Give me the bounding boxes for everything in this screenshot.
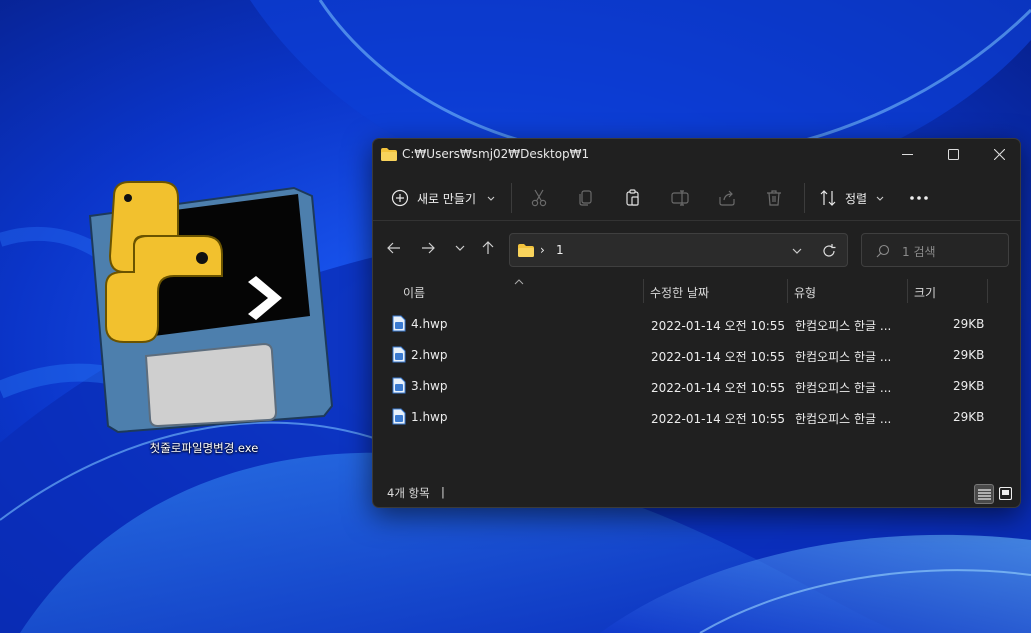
arrow-right-icon — [422, 242, 435, 254]
tiles-view-button[interactable] — [996, 484, 1016, 504]
more-button[interactable] — [903, 183, 935, 213]
maximize-button[interactable] — [930, 139, 976, 171]
sort-button-label: 정렬 — [845, 192, 868, 206]
file-name: 2.hwp — [411, 348, 448, 362]
file-size: 29KB — [953, 348, 985, 362]
cut-icon — [531, 189, 547, 207]
file-row[interactable]: 4.hwp 2022-01-14 오전 10:55 한컴오피스 한글 ... 2… — [381, 309, 1011, 339]
chevron-down-icon — [487, 196, 495, 201]
sort-button[interactable]: 정렬 — [815, 183, 889, 213]
close-icon — [994, 149, 1005, 160]
forward-button[interactable] — [415, 235, 441, 261]
minimize-icon — [902, 154, 913, 155]
paste-icon — [626, 189, 639, 206]
file-date: 2022-01-14 오전 10:55 — [651, 319, 786, 333]
arrow-left-icon — [387, 242, 400, 254]
column-header-row: 이름 수정한 날짜 유형 크기 — [373, 279, 1020, 303]
file-size: 29KB — [953, 317, 985, 331]
minimize-button[interactable] — [884, 139, 930, 171]
file-name: 3.hwp — [411, 379, 448, 393]
plus-circle-icon — [391, 189, 409, 207]
column-header-name[interactable]: 이름 — [403, 284, 425, 301]
column-separator[interactable] — [787, 279, 788, 303]
up-button[interactable] — [475, 235, 501, 261]
file-row[interactable]: 3.hwp 2022-01-14 오전 10:55 한컴오피스 한글 ... 2… — [381, 371, 1011, 401]
window-title: C:₩Users₩smj02₩Desktop₩1 — [402, 147, 590, 161]
file-row[interactable]: 2.hwp 2022-01-14 오전 10:55 한컴오피스 한글 ... 2… — [381, 340, 1011, 370]
copy-button[interactable] — [570, 183, 602, 213]
status-caret: | — [441, 485, 445, 499]
recent-locations-button[interactable] — [447, 235, 473, 261]
rename-icon — [671, 190, 689, 206]
title-bar[interactable]: C:₩Users₩smj02₩Desktop₩1 — [373, 139, 1020, 171]
paste-button[interactable] — [617, 183, 649, 213]
hwp-file-icon — [392, 315, 406, 332]
details-view-icon — [978, 489, 991, 500]
hwp-file-icon — [392, 408, 406, 425]
command-bar: 새로 만들기 정렬 — [373, 175, 1020, 221]
separator — [804, 183, 805, 213]
folder-icon — [518, 244, 534, 257]
file-type: 한컴오피스 한글 ... — [795, 412, 892, 426]
chevron-down-icon[interactable] — [792, 248, 802, 254]
sort-icon — [820, 190, 836, 206]
hwp-file-icon — [392, 377, 406, 394]
share-icon — [719, 190, 735, 206]
column-header-type[interactable]: 유형 — [794, 284, 816, 301]
delete-button[interactable] — [758, 183, 790, 213]
file-name: 1.hwp — [411, 410, 448, 424]
sort-ascending-icon — [514, 279, 524, 285]
file-type: 한컴오피스 한글 ... — [795, 350, 892, 364]
column-separator[interactable] — [907, 279, 908, 303]
hwp-file-icon — [392, 346, 406, 363]
file-name: 4.hwp — [411, 317, 448, 331]
file-explorer-window: C:₩Users₩smj02₩Desktop₩1 새로 만들기 정렬 › 1 1… — [372, 138, 1021, 508]
maximize-icon — [948, 149, 959, 160]
search-icon — [876, 244, 890, 258]
new-button-label: 새로 만들기 — [417, 192, 477, 206]
desktop-shortcut[interactable]: 첫줄로파일명변경.exe — [84, 176, 344, 466]
chevron-down-icon — [455, 245, 465, 251]
tiles-view-icon — [999, 487, 1012, 500]
file-date: 2022-01-14 오전 10:55 — [651, 350, 786, 364]
column-separator[interactable] — [643, 279, 644, 303]
column-separator[interactable] — [987, 279, 988, 303]
file-size: 29KB — [953, 410, 985, 424]
item-count: 4개 항목 — [387, 486, 430, 500]
refresh-icon[interactable] — [822, 244, 836, 258]
address-bar[interactable]: › 1 — [509, 233, 848, 267]
file-type: 한컴오피스 한글 ... — [795, 381, 892, 395]
share-button[interactable] — [711, 183, 743, 213]
back-button[interactable] — [381, 235, 407, 261]
details-view-button[interactable] — [974, 484, 994, 504]
new-button[interactable]: 새로 만들기 — [387, 183, 499, 213]
file-type: 한컴오피스 한글 ... — [795, 319, 892, 333]
chevron-down-icon — [876, 196, 884, 201]
desktop-shortcut-label: 첫줄로파일명변경.exe — [149, 441, 259, 455]
file-date: 2022-01-14 오전 10:55 — [651, 412, 786, 426]
search-placeholder: 1 검색 — [902, 245, 936, 259]
breadcrumb-separator: › — [540, 243, 545, 257]
delete-icon — [767, 190, 781, 206]
breadcrumb-current[interactable]: 1 — [556, 243, 564, 257]
navigation-bar: › 1 1 검색 — [373, 231, 1020, 267]
file-date: 2022-01-14 오전 10:55 — [651, 381, 786, 395]
folder-icon — [381, 148, 397, 161]
column-header-date[interactable]: 수정한 날짜 — [650, 284, 709, 301]
more-icon — [910, 196, 928, 200]
python-floppy-icon — [88, 181, 334, 434]
rename-button[interactable] — [664, 183, 696, 213]
file-row[interactable]: 1.hwp 2022-01-14 오전 10:55 한컴오피스 한글 ... 2… — [381, 402, 1011, 432]
arrow-up-icon — [482, 241, 494, 254]
separator — [511, 183, 512, 213]
column-header-size[interactable]: 크기 — [914, 284, 936, 301]
status-bar: 4개 항목 | — [373, 479, 1020, 507]
cut-button[interactable] — [523, 183, 555, 213]
close-button[interactable] — [976, 139, 1020, 171]
file-size: 29KB — [953, 379, 985, 393]
search-box[interactable]: 1 검색 — [861, 233, 1009, 267]
copy-icon — [579, 190, 592, 206]
